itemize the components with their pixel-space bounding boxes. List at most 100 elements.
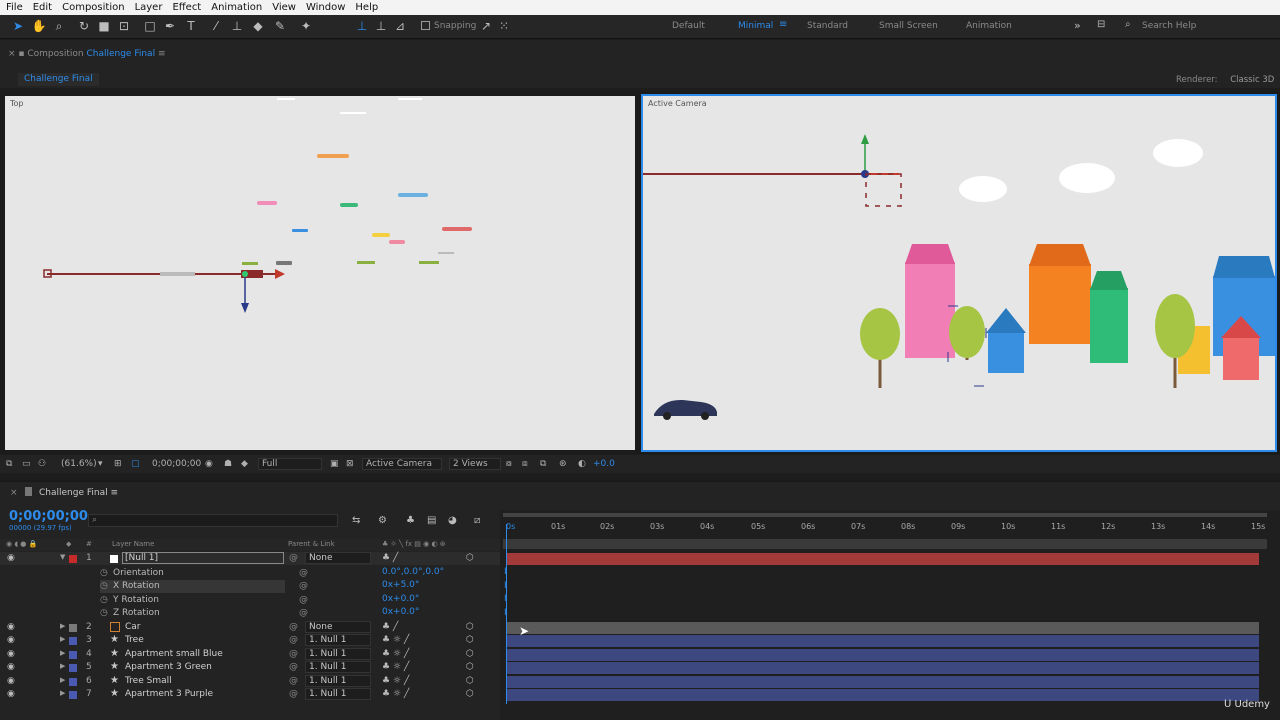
menu-layer[interactable]: Layer xyxy=(135,2,163,13)
snap-edges-icon[interactable]: ↗ xyxy=(478,18,494,34)
expression-pick-whip-icon[interactable]: @ xyxy=(299,595,308,605)
exposure-value[interactable]: +0.0 xyxy=(593,459,615,469)
pick-whip-icon[interactable]: @ xyxy=(289,676,298,686)
layer-switches[interactable]: ♣ ☼ ╱ xyxy=(382,649,409,659)
layer-name[interactable]: Apartment 3 Green xyxy=(125,662,212,672)
layer-row-tree[interactable]: ◉ ▶ 3 ★ Tree @ 1. Null 1 ♣ ☼ ╱ ⬡ xyxy=(0,634,500,647)
layer-bar-apartment-3-green[interactable] xyxy=(507,662,1259,674)
menu-composition[interactable]: Composition xyxy=(62,2,124,13)
timeline-timecode[interactable]: 0;00;00;00 xyxy=(9,509,88,524)
menu-help[interactable]: Help xyxy=(355,2,378,13)
stopwatch-icon[interactable]: ◷ xyxy=(100,595,108,605)
property-z-rotation[interactable]: ◷ Z Rotation @ xyxy=(100,607,308,620)
snapping-checkbox[interactable] xyxy=(421,21,430,30)
clone-stamp-tool-icon[interactable]: ⊥ xyxy=(229,18,245,34)
pen-tool-icon[interactable]: ✒ xyxy=(162,18,178,34)
layer-switches[interactable]: ♣ ☼ ╱ xyxy=(382,635,409,645)
puppet-pin-tool-icon[interactable]: ✦ xyxy=(298,18,314,34)
menu-edit[interactable]: Edit xyxy=(33,2,52,13)
motion-blur-icon[interactable]: ⊛ xyxy=(559,459,567,469)
3d-layer-icon[interactable]: ⬡ xyxy=(466,649,474,659)
layer-switches[interactable]: ♣ ☼ ╱ xyxy=(382,676,409,686)
menu-effect[interactable]: Effect xyxy=(172,2,201,13)
pick-whip-icon[interactable]: @ xyxy=(289,662,298,672)
layer-name[interactable]: Tree Small xyxy=(125,676,172,686)
parent-select[interactable]: 1. Null 1 xyxy=(305,688,371,700)
snapshot-icon[interactable]: ◉ xyxy=(205,459,213,469)
flowchart-icon[interactable]: ⧉ xyxy=(540,459,546,469)
workspace-minimal[interactable]: Minimal xyxy=(738,21,773,31)
always-preview-icon[interactable]: ⧉ xyxy=(6,459,12,469)
eye-icon[interactable]: ◉ xyxy=(7,649,15,659)
zoom-tool-icon[interactable]: ⌕ xyxy=(51,18,67,34)
menu-animation[interactable]: Animation xyxy=(211,2,262,13)
z-rotation-value[interactable]: 0x+0.0° xyxy=(382,607,419,617)
layer-switches[interactable]: ♣ ☼ ╱ xyxy=(382,662,409,672)
layer-name[interactable]: Apartment small Blue xyxy=(125,649,223,659)
layer-bar-apartment-small-blue[interactable] xyxy=(507,649,1259,661)
frame-blending-icon[interactable]: ▤ xyxy=(427,515,436,526)
layer-bar-tree-small[interactable] xyxy=(507,676,1259,688)
expand-triangle-icon[interactable]: ▶ xyxy=(60,649,65,657)
3d-layer-icon[interactable]: ⬡ xyxy=(466,689,474,699)
view-layout-select[interactable]: 2 Views xyxy=(449,458,501,470)
renderer-info[interactable]: Renderer: Classic 3D xyxy=(1176,75,1274,85)
layer-switches[interactable]: ♣ ☼ ╱ xyxy=(382,689,409,699)
layer-name-header[interactable]: Layer Name xyxy=(112,540,154,548)
mask-visibility-icon[interactable]: ⚇ xyxy=(38,459,46,469)
3d-draft-icon[interactable]: ⧈ xyxy=(522,459,528,469)
collapse-triangle-icon[interactable]: ▼ xyxy=(60,553,65,561)
layer-label-color[interactable] xyxy=(69,624,77,632)
safe-areas-icon[interactable]: ⊞ xyxy=(114,459,122,469)
eye-icon[interactable]: ◉ xyxy=(7,622,15,632)
type-tool-icon[interactable]: T xyxy=(183,18,199,34)
expand-triangle-icon[interactable]: ▶ xyxy=(60,662,65,670)
fast-previews-icon[interactable]: ▣ xyxy=(330,459,339,469)
property-x-rotation[interactable]: ◷ X Rotation @ xyxy=(100,580,308,593)
orientation-value[interactable]: 0.0°,0.0°,0.0° xyxy=(382,567,444,577)
search-icon[interactable]: ⌕ xyxy=(1125,19,1131,30)
layer-label-color[interactable] xyxy=(69,555,77,563)
parent-select[interactable]: 1. Null 1 xyxy=(305,634,371,646)
layer-label-color[interactable] xyxy=(69,637,77,645)
layer-switches[interactable]: ♣ ╱ xyxy=(382,622,398,632)
layer-bar-null-1[interactable] xyxy=(507,553,1259,565)
workspace-standard[interactable]: Standard xyxy=(807,21,848,31)
close-icon[interactable]: × xyxy=(8,49,18,59)
menu-view[interactable]: View xyxy=(272,2,296,13)
expand-triangle-icon[interactable]: ▶ xyxy=(60,635,65,643)
parent-link-header[interactable]: Parent & Link xyxy=(288,540,335,548)
transparency-grid-icon[interactable]: ⊠ xyxy=(346,459,354,469)
selection-tool-icon[interactable]: ➤ xyxy=(10,18,26,34)
eye-icon[interactable]: ◉ xyxy=(7,662,15,672)
viewer-timecode[interactable]: 0;00;00;00 xyxy=(152,459,201,469)
3d-layer-icon[interactable]: ⬡ xyxy=(466,635,474,645)
eye-icon[interactable]: ◉ xyxy=(7,676,15,686)
rotate-tool-icon[interactable]: ↻ xyxy=(76,18,92,34)
layer-switches[interactable]: ♣ ╱ xyxy=(382,553,398,563)
brush-tool-icon[interactable]: ⁄ xyxy=(208,18,224,34)
parent-select[interactable]: 1. Null 1 xyxy=(305,675,371,687)
parent-select[interactable]: 1. Null 1 xyxy=(305,648,371,660)
pan-behind-tool-icon[interactable]: ⊡ xyxy=(116,18,132,34)
3d-layer-icon[interactable]: ⬡ xyxy=(466,622,474,632)
property-orientation[interactable]: ◷ Orientation @ xyxy=(100,567,308,580)
expand-triangle-icon[interactable]: ▶ xyxy=(60,622,65,630)
layer-row-apartment-3-purple[interactable]: ◉ ▶ 7 ★ Apartment 3 Purple @ 1. Null 1 ♣… xyxy=(0,688,500,701)
layer-label-color[interactable] xyxy=(69,678,77,686)
work-area-bar[interactable] xyxy=(503,513,1267,517)
motion-blur-toggle-icon[interactable]: ◕ xyxy=(448,515,457,526)
layer-row-tree-small[interactable]: ◉ ▶ 6 ★ Tree Small @ 1. Null 1 ♣ ☼ ╱ ⬡ xyxy=(0,675,500,688)
timeline-close-icon[interactable]: × xyxy=(10,488,18,498)
show-snapshot-icon[interactable]: ☗ xyxy=(224,459,232,469)
expand-triangle-icon[interactable]: ▶ xyxy=(60,689,65,697)
monitor-icon[interactable]: ▭ xyxy=(22,459,31,469)
y-rotation-value[interactable]: 0x+0.0° xyxy=(382,594,419,604)
magnification-dropdown[interactable]: (61.6%) xyxy=(61,459,97,469)
workspace-small-screen[interactable]: Small Screen xyxy=(879,21,938,31)
more-workspaces-icon[interactable]: » xyxy=(1074,19,1081,32)
parent-select[interactable]: None xyxy=(305,621,371,633)
eraser-tool-icon[interactable]: ◆ xyxy=(250,18,266,34)
layer-label-color[interactable] xyxy=(69,664,77,672)
3d-layer-icon[interactable]: ⬡ xyxy=(466,676,474,686)
